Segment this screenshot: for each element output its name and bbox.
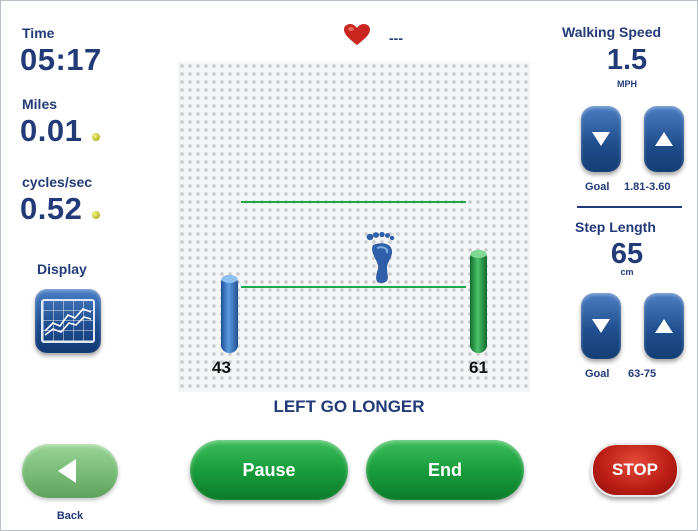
arrow-down-icon (592, 319, 610, 333)
step-goal-label: Goal (585, 368, 610, 380)
speed-goal-range: 1.81-3.60 (624, 181, 671, 193)
right-step-value: 61 (469, 358, 488, 377)
speed-goal-label: Goal (585, 181, 610, 193)
step-length-unit: cm (620, 267, 634, 277)
left-step-bar (221, 275, 238, 353)
back-button[interactable] (22, 444, 118, 498)
stop-button[interactable]: STOP (591, 443, 679, 497)
pause-button[interactable]: Pause (190, 440, 348, 500)
walking-speed-unit: MPH (617, 79, 637, 89)
speed-decrease-button[interactable] (581, 106, 621, 172)
footprint-icon (365, 231, 399, 290)
right-step-bar (470, 250, 487, 353)
walking-speed-title: Walking Speed (562, 24, 662, 40)
right-divider (577, 206, 682, 208)
arrow-left-icon (58, 459, 76, 483)
arrow-up-icon (655, 132, 673, 146)
step-length-title: Step Length (575, 219, 656, 235)
speed-increase-button[interactable] (644, 106, 684, 172)
arrow-down-icon (592, 132, 610, 146)
step-goal-range: 63-75 (628, 368, 657, 380)
step-decrease-button[interactable] (581, 293, 621, 359)
gait-message: LEFT GO LONGER (273, 397, 425, 416)
arrow-up-icon (655, 319, 673, 333)
back-label: Back (56, 510, 84, 522)
walking-speed-value: 1.5 (606, 44, 648, 76)
end-button[interactable]: End (366, 440, 524, 500)
step-increase-button[interactable] (644, 293, 684, 359)
left-step-value: 43 (212, 358, 231, 377)
